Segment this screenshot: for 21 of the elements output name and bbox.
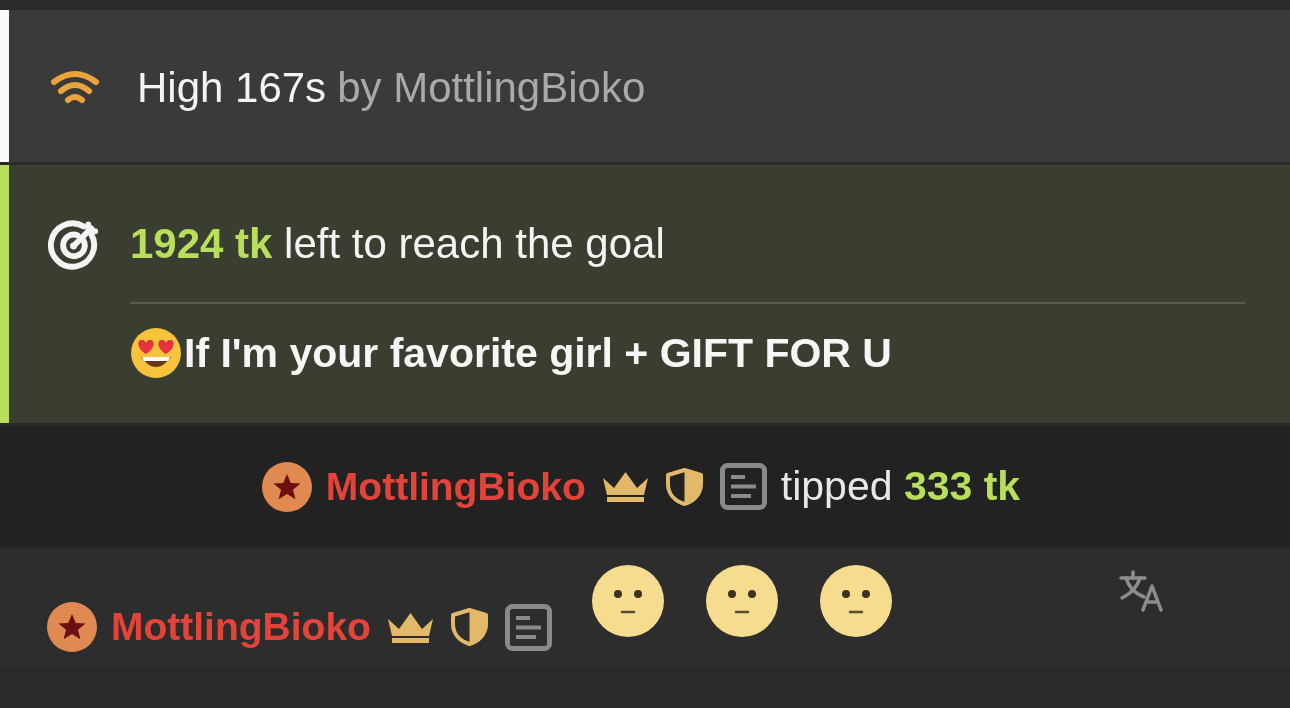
neutral-face-emoji-icon [705, 565, 778, 637]
shield-icon [664, 467, 704, 506]
goal-description: If I'm your favorite girl + GIFT FOR U [184, 329, 892, 377]
crown-icon [601, 471, 649, 502]
username[interactable]: MottlingBioko [325, 464, 586, 509]
shield-icon [449, 608, 489, 646]
status-byline: by MottlingBioko [337, 64, 646, 112]
heart-eyes-emoji-icon [130, 327, 182, 379]
neutral-face-emoji-icon [591, 565, 664, 637]
goal-progress-text: 1924 tk left to reach the goal [130, 220, 666, 268]
note-icon [719, 463, 767, 510]
status-title: High 167s [137, 64, 327, 112]
crown-icon [386, 611, 434, 643]
wifi-icon [50, 70, 100, 106]
translate-icon[interactable] [1119, 570, 1165, 612]
neutral-face-emoji-icon [819, 565, 892, 637]
star-avatar-icon [47, 602, 97, 652]
star-avatar-icon [261, 461, 312, 512]
tip-message: tipped 333 tk [780, 463, 1021, 510]
username[interactable]: MottlingBioko [111, 605, 371, 649]
note-icon [504, 603, 552, 651]
